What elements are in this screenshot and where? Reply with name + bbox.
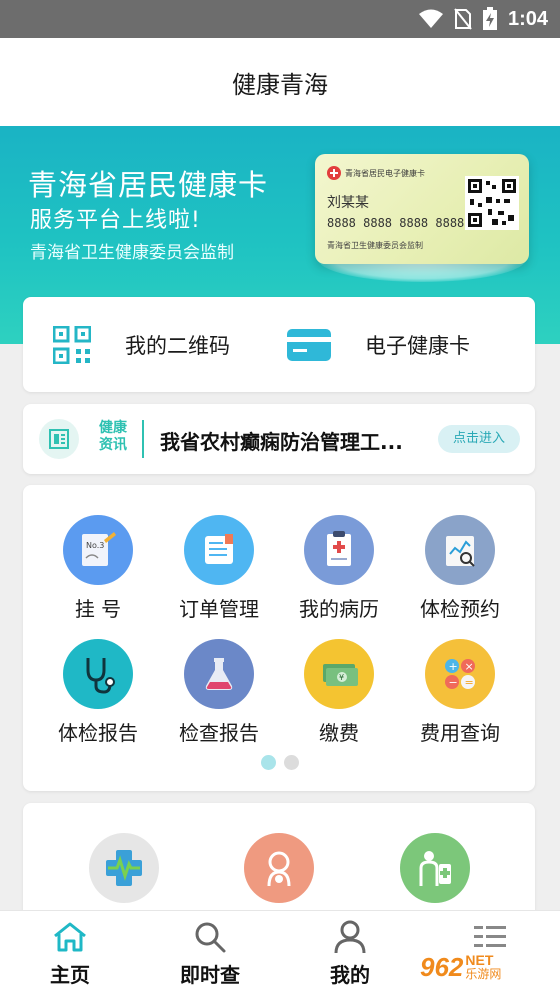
news-enter-button[interactable]: 点击进入 (438, 425, 520, 453)
service-label: 体检报告 (58, 721, 138, 745)
medical-record-icon (304, 515, 374, 585)
service-label: 体检预约 (420, 597, 500, 621)
search-icon (193, 919, 227, 955)
card-graphic-number: 8888 8888 8888 8888 (327, 216, 465, 230)
tab-home[interactable]: 主页 (0, 911, 140, 995)
svg-text:¥: ¥ (339, 673, 344, 682)
watermark-net: NET (465, 952, 494, 968)
service-registration[interactable]: No.3 挂 号 (38, 515, 158, 633)
news-headline[interactable]: 我省农村癫痫防治管理工... (160, 426, 420, 455)
news-separator (142, 420, 144, 458)
banner-headline: 青海省居民健康卡 (28, 168, 269, 202)
my-qr-code-label: 我的二维码 (125, 333, 230, 358)
service-checkup-appointment[interactable]: 体检预约 (400, 515, 520, 633)
service-orders[interactable]: 订单管理 (159, 515, 279, 633)
user-icon (334, 919, 366, 955)
page-title: 健康青海 (232, 70, 328, 99)
service-payment[interactable]: ¥ 缴费 (279, 639, 399, 757)
my-qr-code-button[interactable]: 我的二维码 (53, 297, 230, 392)
flask-icon (184, 639, 254, 709)
service-medical-records[interactable]: 我的病历 (279, 515, 399, 633)
maternal-icon[interactable] (244, 833, 314, 903)
status-time: 1:04 (507, 7, 548, 30)
qr-code-icon (465, 176, 519, 230)
pagination-dot-active[interactable] (261, 755, 276, 770)
payment-icon: ¥ (304, 639, 374, 709)
news-tag: 健康资讯 (99, 420, 127, 453)
app-header: 健康青海 (0, 38, 560, 126)
card-graphic-issuer: 青海省卫生健康委员会监制 (327, 241, 423, 250)
service-label: 费用查询 (420, 721, 500, 745)
e-health-card-button[interactable]: 电子健康卡 (287, 297, 470, 392)
service-label: 挂 号 (74, 597, 122, 621)
wifi-icon (418, 9, 443, 28)
site-watermark: 962 NET 乐游网 (420, 942, 560, 992)
battery-charging-icon (482, 7, 497, 30)
medicine-icon[interactable] (400, 833, 470, 903)
service-fee-inquiry[interactable]: + × − = 费用查询 (400, 639, 520, 757)
registration-icon: No.3 (63, 515, 133, 585)
tab-label: 主页 (50, 963, 90, 987)
watermark-site: 乐游网 (465, 967, 502, 981)
stethoscope-icon (63, 639, 133, 709)
card-graphic-title: 青海省居民电子健康卡 (345, 168, 425, 178)
tab-instant-query[interactable]: 即时查 (140, 911, 280, 995)
svg-text:×: × (465, 660, 474, 673)
svg-text:−: − (449, 676, 458, 689)
e-health-card-label: 电子健康卡 (365, 333, 470, 358)
svg-text:+: + (449, 660, 458, 673)
watermark-brand: 962 (420, 951, 464, 982)
checkup-appointment-icon (425, 515, 495, 585)
quick-actions-card: 我的二维码 电子健康卡 (23, 297, 535, 392)
pagination-dots (261, 755, 299, 770)
svg-text:No.3: No.3 (86, 541, 104, 550)
card-graphic-name: 刘某某 (327, 195, 369, 211)
qr-code-icon (53, 325, 91, 364)
card-icon (287, 328, 331, 361)
banner-subheadline: 服务平台上线啦! (30, 208, 201, 233)
health-news-card[interactable]: 健康资讯 我省农村癫痫防治管理工... 点击进入 (23, 404, 535, 474)
status-bar: 1:04 (0, 0, 560, 38)
service-label: 订单管理 (179, 597, 259, 621)
tab-mine[interactable]: 我的 (280, 911, 420, 995)
newspaper-icon (39, 419, 79, 459)
service-exam-report[interactable]: 检查报告 (159, 639, 279, 757)
health-card-graphic: 青海省居民电子健康卡 刘某某 8888 8888 8888 8888 青海省卫生… (315, 154, 529, 264)
service-label: 检查报告 (179, 721, 259, 745)
home-icon (52, 919, 88, 955)
service-label: 我的病历 (299, 597, 379, 621)
banner-supervisor: 青海省卫生健康委员会监制 (30, 243, 234, 263)
order-icon (184, 515, 254, 585)
red-cross-icon (327, 166, 341, 180)
no-sim-icon (454, 8, 472, 30)
tab-label: 即时查 (180, 963, 240, 987)
tab-label: 我的 (330, 963, 370, 987)
calculator-icon: + × − = (425, 639, 495, 709)
service-checkup-report[interactable]: 体检报告 (38, 639, 158, 757)
health-monitor-icon[interactable] (89, 833, 159, 903)
svg-text:=: = (465, 676, 474, 689)
service-label: 缴费 (319, 721, 359, 745)
services-grid: No.3 挂 号 订单管理 我的病历 体检预约 体检报告 检查报告 ¥ 缴费 +… (23, 485, 535, 791)
pagination-dot[interactable] (284, 755, 299, 770)
